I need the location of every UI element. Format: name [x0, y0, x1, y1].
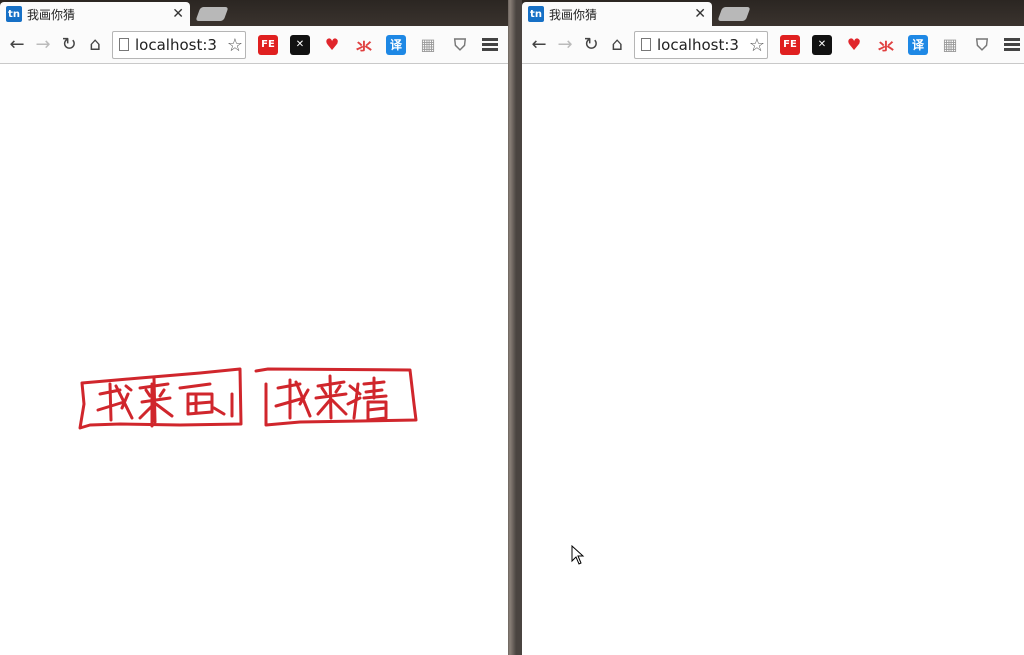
reader-icon[interactable]: ▦	[940, 35, 960, 55]
tab-strip: tn 我画你猜 ✕	[0, 0, 508, 26]
sketch-char-lai	[138, 376, 174, 424]
address-bar[interactable]: localhost:3 ☆	[634, 30, 768, 59]
shield-icon[interactable]: ⛉	[972, 35, 992, 55]
translate-icon[interactable]: 译	[908, 34, 928, 55]
page-icon	[641, 38, 651, 51]
close-tab-icon[interactable]: ✕	[172, 6, 184, 22]
drawing-canvas[interactable]	[0, 64, 508, 655]
menu-icon[interactable]	[1004, 36, 1020, 53]
shield-icon[interactable]: ⛉	[450, 35, 470, 55]
url-text: localhost:3	[657, 35, 739, 54]
heart-icon[interactable]: ♥	[844, 35, 864, 55]
menu-icon[interactable]	[482, 36, 498, 53]
toolbar: ← → ↻ ⌂ localhost:3 ☆ FE ✕ ♥ 氺 译 ▦ ⛉	[522, 26, 1024, 64]
desktop: tn 我画你猜 ✕ ← → ↻ ⌂ localhost:3 ☆ FE ✕ ♥ 氺…	[0, 0, 1024, 655]
forward-icon[interactable]: →	[30, 32, 56, 58]
sketch-char-hua	[178, 382, 234, 418]
new-tab-button[interactable]	[717, 7, 751, 21]
bookmark-star-icon[interactable]: ☆	[748, 34, 765, 56]
sketch-char-lai-2	[314, 374, 348, 420]
sketch-drawing	[522, 64, 1024, 655]
site-favicon-icon: tn	[528, 6, 544, 22]
tab-active[interactable]: tn 我画你猜 ✕	[522, 2, 712, 26]
fe-helper-icon[interactable]: FE	[780, 34, 800, 55]
mouse-cursor-icon	[571, 545, 585, 565]
sketch-box-2	[254, 367, 418, 427]
browser-window-right: tn 我画你猜 ✕ ← → ↻ ⌂ localhost:3 ☆ FE ✕ ♥ 氺…	[522, 0, 1024, 655]
sketch-drawing	[78, 367, 418, 430]
address-bar[interactable]: localhost:3 ☆	[112, 30, 246, 59]
heart-icon[interactable]: ♥	[322, 35, 342, 55]
sketch-char-wo	[96, 382, 134, 422]
fe-helper-icon[interactable]: FE	[258, 34, 278, 55]
tab-title: 我画你猜	[549, 7, 598, 22]
back-icon[interactable]: ←	[526, 32, 552, 58]
bookmark-star-icon[interactable]: ☆	[226, 34, 243, 56]
sketch-char-wo-2	[274, 378, 312, 420]
drawing-canvas[interactable]	[522, 64, 1024, 655]
sketch-char-cai	[346, 376, 388, 422]
tab-active[interactable]: tn 我画你猜 ✕	[0, 2, 190, 26]
back-icon[interactable]: ←	[4, 32, 30, 58]
reload-icon[interactable]: ↻	[56, 32, 82, 58]
home-icon[interactable]: ⌂	[604, 32, 630, 58]
dark-extension-icon[interactable]: ✕	[290, 34, 310, 55]
tab-strip: tn 我画你猜 ✕	[522, 0, 1024, 26]
tab-title: 我画你猜	[27, 7, 76, 22]
close-tab-icon[interactable]: ✕	[694, 6, 706, 22]
forward-icon[interactable]: →	[552, 32, 578, 58]
home-icon[interactable]: ⌂	[82, 32, 108, 58]
browser-window-left: tn 我画你猜 ✕ ← → ↻ ⌂ localhost:3 ☆ FE ✕ ♥ 氺…	[0, 0, 508, 655]
url-text: localhost:3	[135, 35, 217, 54]
reader-icon[interactable]: ▦	[418, 35, 438, 55]
translate-icon[interactable]: 译	[386, 34, 406, 55]
new-tab-button[interactable]	[195, 7, 229, 21]
toolbar: ← → ↻ ⌂ localhost:3 ☆ FE ✕ ♥ 氺 译 ▦ ⛉	[0, 26, 508, 64]
dark-extension-icon[interactable]: ✕	[812, 34, 832, 55]
weibo-icon[interactable]: 氺	[354, 35, 374, 56]
weibo-icon[interactable]: 氺	[876, 35, 896, 56]
page-icon	[119, 38, 129, 51]
site-favicon-icon: tn	[6, 6, 22, 22]
reload-icon[interactable]: ↻	[578, 32, 604, 58]
